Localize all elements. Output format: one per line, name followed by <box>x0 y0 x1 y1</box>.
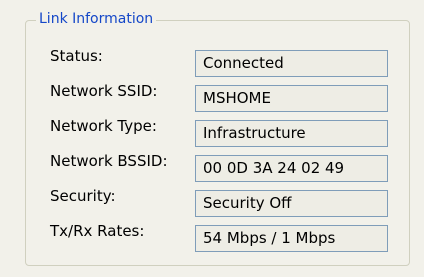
network-bssid-value: 00 0D 3A 24 02 49 <box>195 155 388 182</box>
status-value: Connected <box>195 50 388 77</box>
status-label: Status: <box>50 47 103 65</box>
security-label: Security: <box>50 187 116 205</box>
tx-rx-rates-value: 54 Mbps / 1 Mbps <box>195 225 388 252</box>
network-bssid-label: Network BSSID: <box>50 152 168 170</box>
network-ssid-value: MSHOME <box>195 85 388 112</box>
network-type-label: Network Type: <box>50 117 157 135</box>
network-type-value: Infrastructure <box>195 120 388 147</box>
network-ssid-label: Network SSID: <box>50 82 158 100</box>
tx-rx-rates-label: Tx/Rx Rates: <box>50 222 145 240</box>
link-information-panel: Link Information Status: Connected Netwo… <box>0 0 424 277</box>
security-value: Security Off <box>195 190 388 217</box>
groupbox-title: Link Information <box>36 10 157 28</box>
